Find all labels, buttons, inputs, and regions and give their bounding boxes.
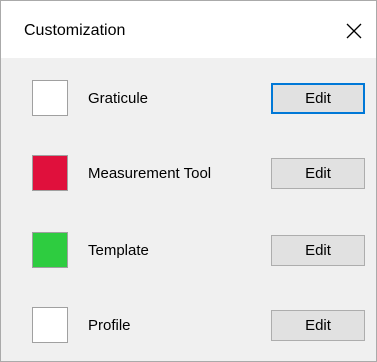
template-label: Template: [88, 242, 149, 259]
row-graticule: Graticule Edit: [1, 80, 376, 120]
graticule-label: Graticule: [88, 90, 149, 107]
template-edit-button[interactable]: Edit: [271, 235, 365, 266]
title-bar: Customization: [1, 1, 376, 58]
dialog-title: Customization: [24, 22, 126, 39]
row-template: Template Edit: [1, 232, 376, 272]
profile-color-swatch[interactable]: [32, 307, 68, 343]
graticule-edit-button[interactable]: Edit: [271, 83, 365, 114]
measurement-tool-label: Measurement Tool: [88, 165, 212, 182]
customization-dialog: Customization Graticule Edit Measurement…: [0, 0, 377, 362]
profile-edit-button[interactable]: Edit: [271, 310, 365, 341]
close-button[interactable]: [338, 15, 370, 47]
profile-label: Profile: [88, 317, 131, 334]
template-color-swatch[interactable]: [32, 232, 68, 268]
measurement-tool-edit-button[interactable]: Edit: [271, 158, 365, 189]
close-icon: [346, 23, 362, 39]
row-profile: Profile Edit: [1, 307, 376, 347]
measurement-tool-color-swatch[interactable]: [32, 155, 68, 191]
graticule-color-swatch[interactable]: [32, 80, 68, 116]
row-measurement-tool: Measurement Tool Edit: [1, 155, 376, 195]
